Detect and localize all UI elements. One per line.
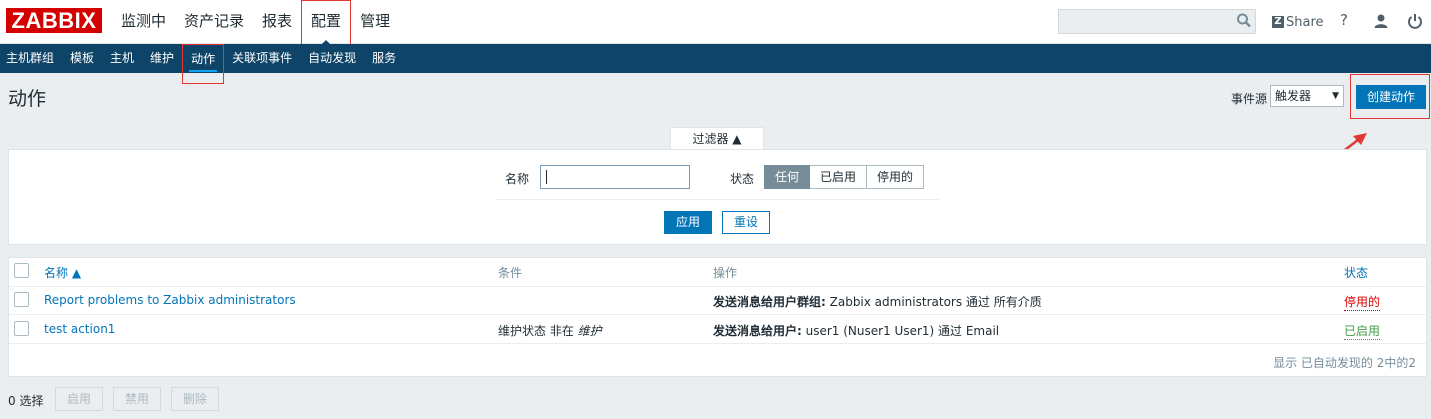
table-row: Report problems to Zabbix administrators… (9, 286, 1426, 315)
submenu-discovery[interactable]: 自动发现 (300, 44, 364, 73)
status-badge[interactable]: 已启用 (1344, 322, 1381, 340)
delete-button[interactable]: 删除 (171, 387, 219, 411)
share-link[interactable]: Z Share (1272, 12, 1324, 32)
create-action-button[interactable]: 创建动作 (1356, 85, 1426, 109)
status-option-disabled[interactable]: 停用的 (867, 165, 925, 189)
action-operations: 发送消息给用户: user1 (Nuser1 User1) 通过 Email (713, 322, 999, 339)
search-icon[interactable] (1236, 12, 1252, 30)
submenu-maintenance[interactable]: 维护 (142, 44, 182, 73)
menu-inventory[interactable]: 资产记录 (175, 0, 253, 44)
status-option-any[interactable]: 任何 (764, 165, 811, 189)
filter-tab[interactable]: 过滤器 ▲ (670, 127, 764, 150)
share-logo-icon: Z (1272, 16, 1284, 28)
paging-summary: 显示 已自动发现的 2中的2 (1273, 356, 1416, 370)
table-row: test action1 维护状态 非在 维护 发送消息给用户: user1 (… (9, 315, 1426, 344)
submenu-host-groups[interactable]: 主机群组 (0, 44, 62, 73)
row-checkbox[interactable] (14, 292, 29, 307)
column-header-status[interactable]: 状态 (1344, 264, 1368, 281)
actions-table: 名称 ▲ 条件 操作 状态 Report problems to Zabbix … (8, 257, 1427, 377)
filter-status-label: 状态 (730, 172, 755, 186)
help-icon[interactable]: ? (1340, 11, 1348, 29)
column-header-name[interactable]: 名称 ▲ (44, 264, 81, 281)
filter-divider (496, 199, 939, 200)
disable-button[interactable]: 禁用 (113, 387, 161, 411)
sign-out-icon[interactable] (1407, 13, 1423, 29)
action-name-link[interactable]: Report problems to Zabbix administrators (44, 293, 296, 307)
submenu-event-correlation[interactable]: 关联项事件 (224, 44, 300, 73)
user-profile-icon[interactable] (1373, 13, 1389, 29)
enable-button[interactable]: 启用 (55, 387, 103, 411)
submenu-hosts[interactable]: 主机 (102, 44, 142, 73)
filter-panel (8, 149, 1427, 245)
page-title: 动作 (8, 88, 47, 110)
action-name-link[interactable]: test action1 (44, 322, 115, 336)
reset-button[interactable]: 重设 (722, 211, 770, 234)
column-header-conditions: 条件 (498, 266, 523, 280)
filter-name-input[interactable] (540, 165, 690, 189)
action-operations: 发送消息给用户群组: Zabbix administrators 通过 所有介质 (713, 293, 1042, 310)
submenu-templates[interactable]: 模板 (62, 44, 102, 73)
selected-count: 0 选择 (8, 394, 44, 408)
submenu-services[interactable]: 服务 (364, 44, 404, 73)
menu-administration[interactable]: 管理 (351, 0, 399, 44)
apply-button[interactable]: 应用 (664, 211, 712, 234)
select-all-checkbox[interactable] (14, 263, 29, 278)
menu-reports[interactable]: 报表 (253, 0, 301, 44)
status-option-enabled[interactable]: 已启用 (810, 165, 868, 189)
status-badge[interactable]: 停用的 (1344, 293, 1381, 311)
operation-type: 发送消息给用户群组: (713, 295, 826, 309)
dropdown-arrow-icon: ▼ (1332, 91, 1339, 101)
table-header-row: 名称 ▲ 条件 操作 状态 (9, 258, 1426, 287)
column-header-operations: 操作 (713, 266, 738, 280)
menu-configuration[interactable]: 配置 (301, 0, 352, 46)
event-source-select[interactable]: 触发器 ▼ (1270, 85, 1344, 107)
search-input[interactable] (1058, 9, 1256, 34)
row-checkbox[interactable] (14, 321, 29, 336)
operation-detail: user1 (Nuser1 User1) 通过 Email (801, 324, 1000, 338)
condition-text: 维护状态 非在 (498, 324, 578, 338)
filter-name-label: 名称 (505, 172, 530, 186)
filter-status-radio: 任何 已启用 停用的 (764, 165, 925, 189)
menu-monitoring[interactable]: 监测中 (112, 0, 175, 44)
operation-detail: Zabbix administrators 通过 所有介质 (825, 295, 1042, 309)
operation-type: 发送消息给用户: (713, 324, 802, 338)
zabbix-logo[interactable]: ZABBIX (6, 8, 102, 33)
main-menu: 监测中 资产记录 报表 配置 管理 (112, 0, 399, 46)
action-conditions: 维护状态 非在 维护 (498, 322, 602, 339)
share-label: Share (1286, 14, 1324, 30)
top-bar: ZABBIX 监测中 资产记录 报表 配置 管理 Z Share ? (0, 0, 1431, 46)
event-source-value: 触发器 (1275, 89, 1312, 103)
submenu-actions[interactable]: 动作 (182, 44, 225, 84)
event-source-label: 事件源 (1231, 92, 1268, 106)
sub-menu: 主机群组 模板 主机 维护 动作 关联项事件 自动发现 服务 (0, 44, 1431, 84)
condition-value: 维护 (577, 324, 602, 338)
